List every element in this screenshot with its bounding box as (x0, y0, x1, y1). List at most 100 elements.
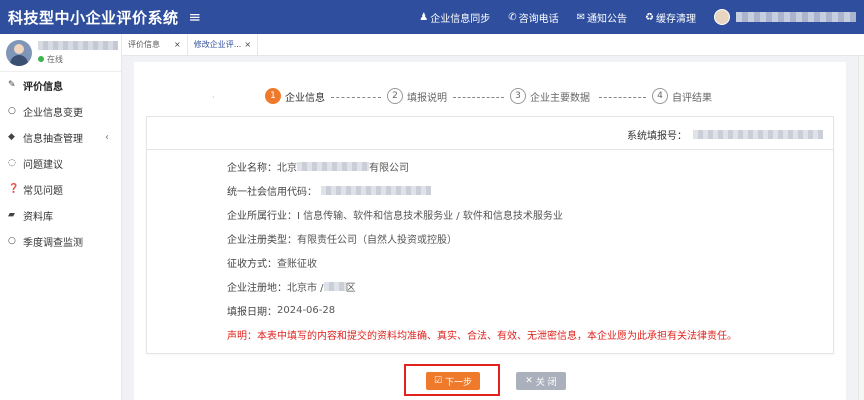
clear-cache-label: 缓存清理 (656, 13, 696, 25)
close-button-label: 关 闭 (535, 377, 557, 388)
consult-phone-button[interactable]: ✆ 咨询电话 (508, 10, 558, 25)
sidebar-item-quarterly-survey[interactable]: ○ 季度调查监测 (0, 228, 121, 254)
step-wizard: · 1 企业信息 2 填报说明 3 企业主要数据 4 自评结果 (134, 86, 846, 106)
clear-cache-button[interactable]: ♻ 缓存清理 (645, 10, 696, 25)
registered-location-label: 企业注册地： (227, 283, 287, 294)
registered-location-suffix: 区 (345, 283, 356, 294)
user-meta: 在线 (38, 40, 118, 65)
sidebar-item-label: 企业信息变更 (23, 107, 83, 119)
company-name-row: 企业名称： 北京 有限公司 (227, 159, 409, 174)
system-number-row: 系统填报号： (627, 127, 823, 142)
next-button-highlight: ☑ 下一步 (404, 364, 500, 396)
avatar (6, 39, 32, 66)
industry-label: 企业所属行业： (227, 211, 297, 222)
online-status: 在线 (38, 54, 118, 65)
step-main-data[interactable]: 3 企业主要数据 (510, 88, 590, 104)
fill-date-row: 填报日期： 2024-06-28 (227, 303, 335, 318)
sidebar-item-label: 评价信息 (23, 81, 63, 93)
recycle-icon: ♻ (645, 11, 654, 23)
top-actions: ♟ 企业信息同步 ✆ 咨询电话 ✉ 通知公告 ♻ 缓存清理 (419, 0, 864, 34)
sidebar-item-company-change[interactable]: ○ 企业信息变更 (0, 98, 121, 124)
company-name-prefix: 北京 (277, 163, 297, 174)
company-name-suffix: 有限公司 (369, 163, 409, 174)
user-name-redacted (38, 40, 118, 50)
registration-type-value: 有限责任公司（自然人投资或控股） (297, 235, 457, 246)
hamburger-icon[interactable]: ≡ (189, 8, 202, 26)
fill-date-value: 2024-06-28 (277, 305, 336, 316)
phone-icon: ✆ (508, 11, 517, 23)
notice-label: 通知公告 (587, 13, 628, 25)
step-connector (331, 97, 381, 98)
step-label: 企业信息 (285, 92, 325, 104)
sidebar-item-library[interactable]: ▰ 资料库 (0, 202, 121, 228)
tab-edit-company-evaluation[interactable]: 修改企业评... × (188, 33, 259, 56)
step-number: 2 (387, 88, 403, 104)
sync-company-info-label: 企业信息同步 (430, 13, 491, 25)
company-name-redacted (297, 162, 369, 171)
registered-location-row: 企业注册地： 北京市 / 区 (227, 279, 356, 294)
check-square-icon: ☑ (433, 376, 443, 386)
step-number: 4 (652, 88, 668, 104)
close-icon: ✕ (525, 376, 533, 386)
scrollbar[interactable] (858, 56, 864, 400)
folder-icon: ▰ (8, 210, 15, 220)
sidebar-item-faq[interactable]: ❓ 常见问题 (0, 176, 121, 202)
tax-method-value: 查账征收 (277, 259, 317, 270)
registered-district-redacted (323, 282, 346, 291)
step-connector (599, 97, 646, 98)
registration-type-label: 企业注册类型： (227, 235, 297, 246)
company-name-label: 企业名称： (227, 163, 277, 174)
sidebar: 在线 ✎ 评价信息 ○ 企业信息变更 ◆ 信息抽查管理 ‹ ◌ 问题建议 ❓ 常… (0, 34, 122, 400)
credit-code-label: 统一社会信用代码： (227, 187, 317, 198)
step-label: 自评结果 (672, 92, 712, 104)
tab-label: 修改企业评... (193, 40, 242, 49)
close-icon[interactable]: × (244, 40, 251, 49)
sidebar-item-evaluation-info[interactable]: ✎ 评价信息 (0, 72, 121, 98)
legal-declaration: 声明：本表中填写的内容和提交的资料均准确、真实、合法、有效、无泄密信息，本企业愿… (227, 331, 737, 342)
step-label: 企业主要数据 (530, 92, 590, 104)
main-area: · 1 企业信息 2 填报说明 3 企业主要数据 4 自评结果 系统填报号： 企… (122, 56, 864, 400)
next-step-button[interactable]: ☑ 下一步 (426, 372, 480, 390)
sync-company-info-button[interactable]: ♟ 企业信息同步 (419, 10, 490, 25)
sidebar-item-label: 季度调查监测 (23, 237, 83, 249)
step-self-eval-result[interactable]: 4 自评结果 (652, 88, 712, 104)
credit-code-row: 统一社会信用代码： (227, 183, 431, 198)
online-dot-icon (38, 56, 44, 62)
tags-icon: ◆ (8, 132, 15, 142)
tab-label: 评价信息 (128, 40, 160, 49)
comment-icon: ◌ (8, 158, 16, 168)
fill-date-label: 填报日期： (227, 307, 277, 318)
user-menu-redacted[interactable] (736, 12, 856, 22)
notice-button[interactable]: ✉ 通知公告 (577, 10, 627, 25)
content-panel: · 1 企业信息 2 填报说明 3 企业主要数据 4 自评结果 系统填报号： 企… (134, 62, 846, 400)
step-number: 3 (510, 88, 526, 104)
sidebar-item-spot-check[interactable]: ◆ 信息抽查管理 ‹ (0, 124, 121, 150)
step-connector (453, 97, 504, 98)
step-label: 填报说明 (407, 92, 447, 104)
step-fill-instructions[interactable]: 2 填报说明 (387, 88, 447, 104)
step-company-info[interactable]: 1 企业信息 (265, 88, 325, 104)
system-number-label: 系统填报号： (627, 131, 687, 142)
next-step-label: 下一步 (445, 377, 473, 388)
question-icon: ❓ (8, 184, 20, 194)
consult-phone-label: 咨询电话 (518, 13, 559, 25)
close-icon[interactable]: × (174, 40, 181, 49)
close-button[interactable]: ✕ 关 闭 (516, 372, 566, 390)
sidebar-item-suggestions[interactable]: ◌ 问题建议 (0, 150, 121, 176)
user-panel: 在线 (0, 34, 121, 72)
avatar[interactable] (714, 9, 730, 25)
circle-icon: ○ (8, 106, 16, 116)
company-info-card: 系统填报号： 企业名称： 北京 有限公司 统一社会信用代码： 企业所属行业： I… (146, 116, 834, 354)
tax-method-row: 征收方式： 查账征收 (227, 255, 317, 270)
sidebar-item-label: 资料库 (23, 211, 53, 223)
envelope-icon: ✉ (576, 11, 586, 23)
sidebar-item-label: 信息抽查管理 (23, 133, 83, 145)
divider (147, 149, 833, 150)
tab-evaluation-info[interactable]: 评价信息 × (122, 33, 188, 56)
system-number-redacted (693, 130, 823, 139)
top-navbar: 科技型中小企业评价系统 ≡ ♟ 企业信息同步 ✆ 咨询电话 ✉ 通知公告 ♻ 缓… (0, 0, 864, 34)
registered-location-prefix: 北京市 / (287, 283, 324, 294)
app-title: 科技型中小企业评价系统 (8, 8, 179, 27)
circle-icon: ○ (8, 236, 16, 246)
credit-code-redacted (321, 186, 431, 195)
